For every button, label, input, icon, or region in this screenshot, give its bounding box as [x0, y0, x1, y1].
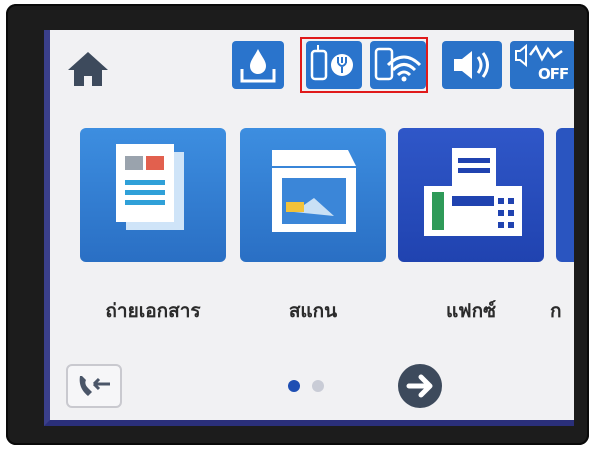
page-indicator	[288, 380, 338, 394]
more-label: ก	[550, 300, 562, 322]
speaker-icon	[454, 51, 489, 79]
printer-bezel: OFF ถ่ายเอกสาร สแกน แฟกซ์ ก	[6, 4, 589, 445]
fax-icon	[424, 148, 522, 236]
home-button[interactable]	[64, 48, 112, 90]
status-bar: OFF	[50, 30, 574, 102]
fax-contacts-button[interactable]	[66, 364, 122, 408]
ink-drop-icon	[240, 49, 276, 83]
page-dot-inactive	[312, 380, 324, 392]
network-status-button[interactable]	[300, 37, 432, 95]
lcd-screen: OFF ถ่ายเอกสาร สแกน แฟกซ์ ก	[44, 30, 574, 426]
fax-label: แฟกซ์	[445, 300, 497, 322]
bottom-bar	[50, 354, 574, 418]
copy-icon	[116, 144, 184, 230]
next-page-button[interactable]	[396, 362, 444, 410]
app-grid	[50, 128, 574, 268]
quiet-mode-label: OFF	[538, 65, 569, 83]
home-icon	[68, 52, 108, 86]
page-dot-active	[288, 380, 300, 392]
more-app-button[interactable]	[556, 128, 574, 262]
sound-button[interactable]	[442, 41, 502, 89]
scan-icon	[272, 150, 356, 232]
fax-contacts-icon	[79, 376, 110, 396]
arrow-right-icon	[398, 364, 442, 408]
scan-label: สแกน	[288, 300, 338, 322]
fax-button[interactable]	[398, 128, 544, 262]
scan-button[interactable]	[240, 128, 386, 262]
quiet-mode-button[interactable]: OFF	[510, 41, 574, 89]
copy-button[interactable]	[80, 128, 226, 262]
ink-level-button[interactable]	[232, 41, 284, 89]
copy-label: ถ่ายเอกสาร	[105, 300, 201, 322]
network-highlight-box	[300, 37, 428, 93]
